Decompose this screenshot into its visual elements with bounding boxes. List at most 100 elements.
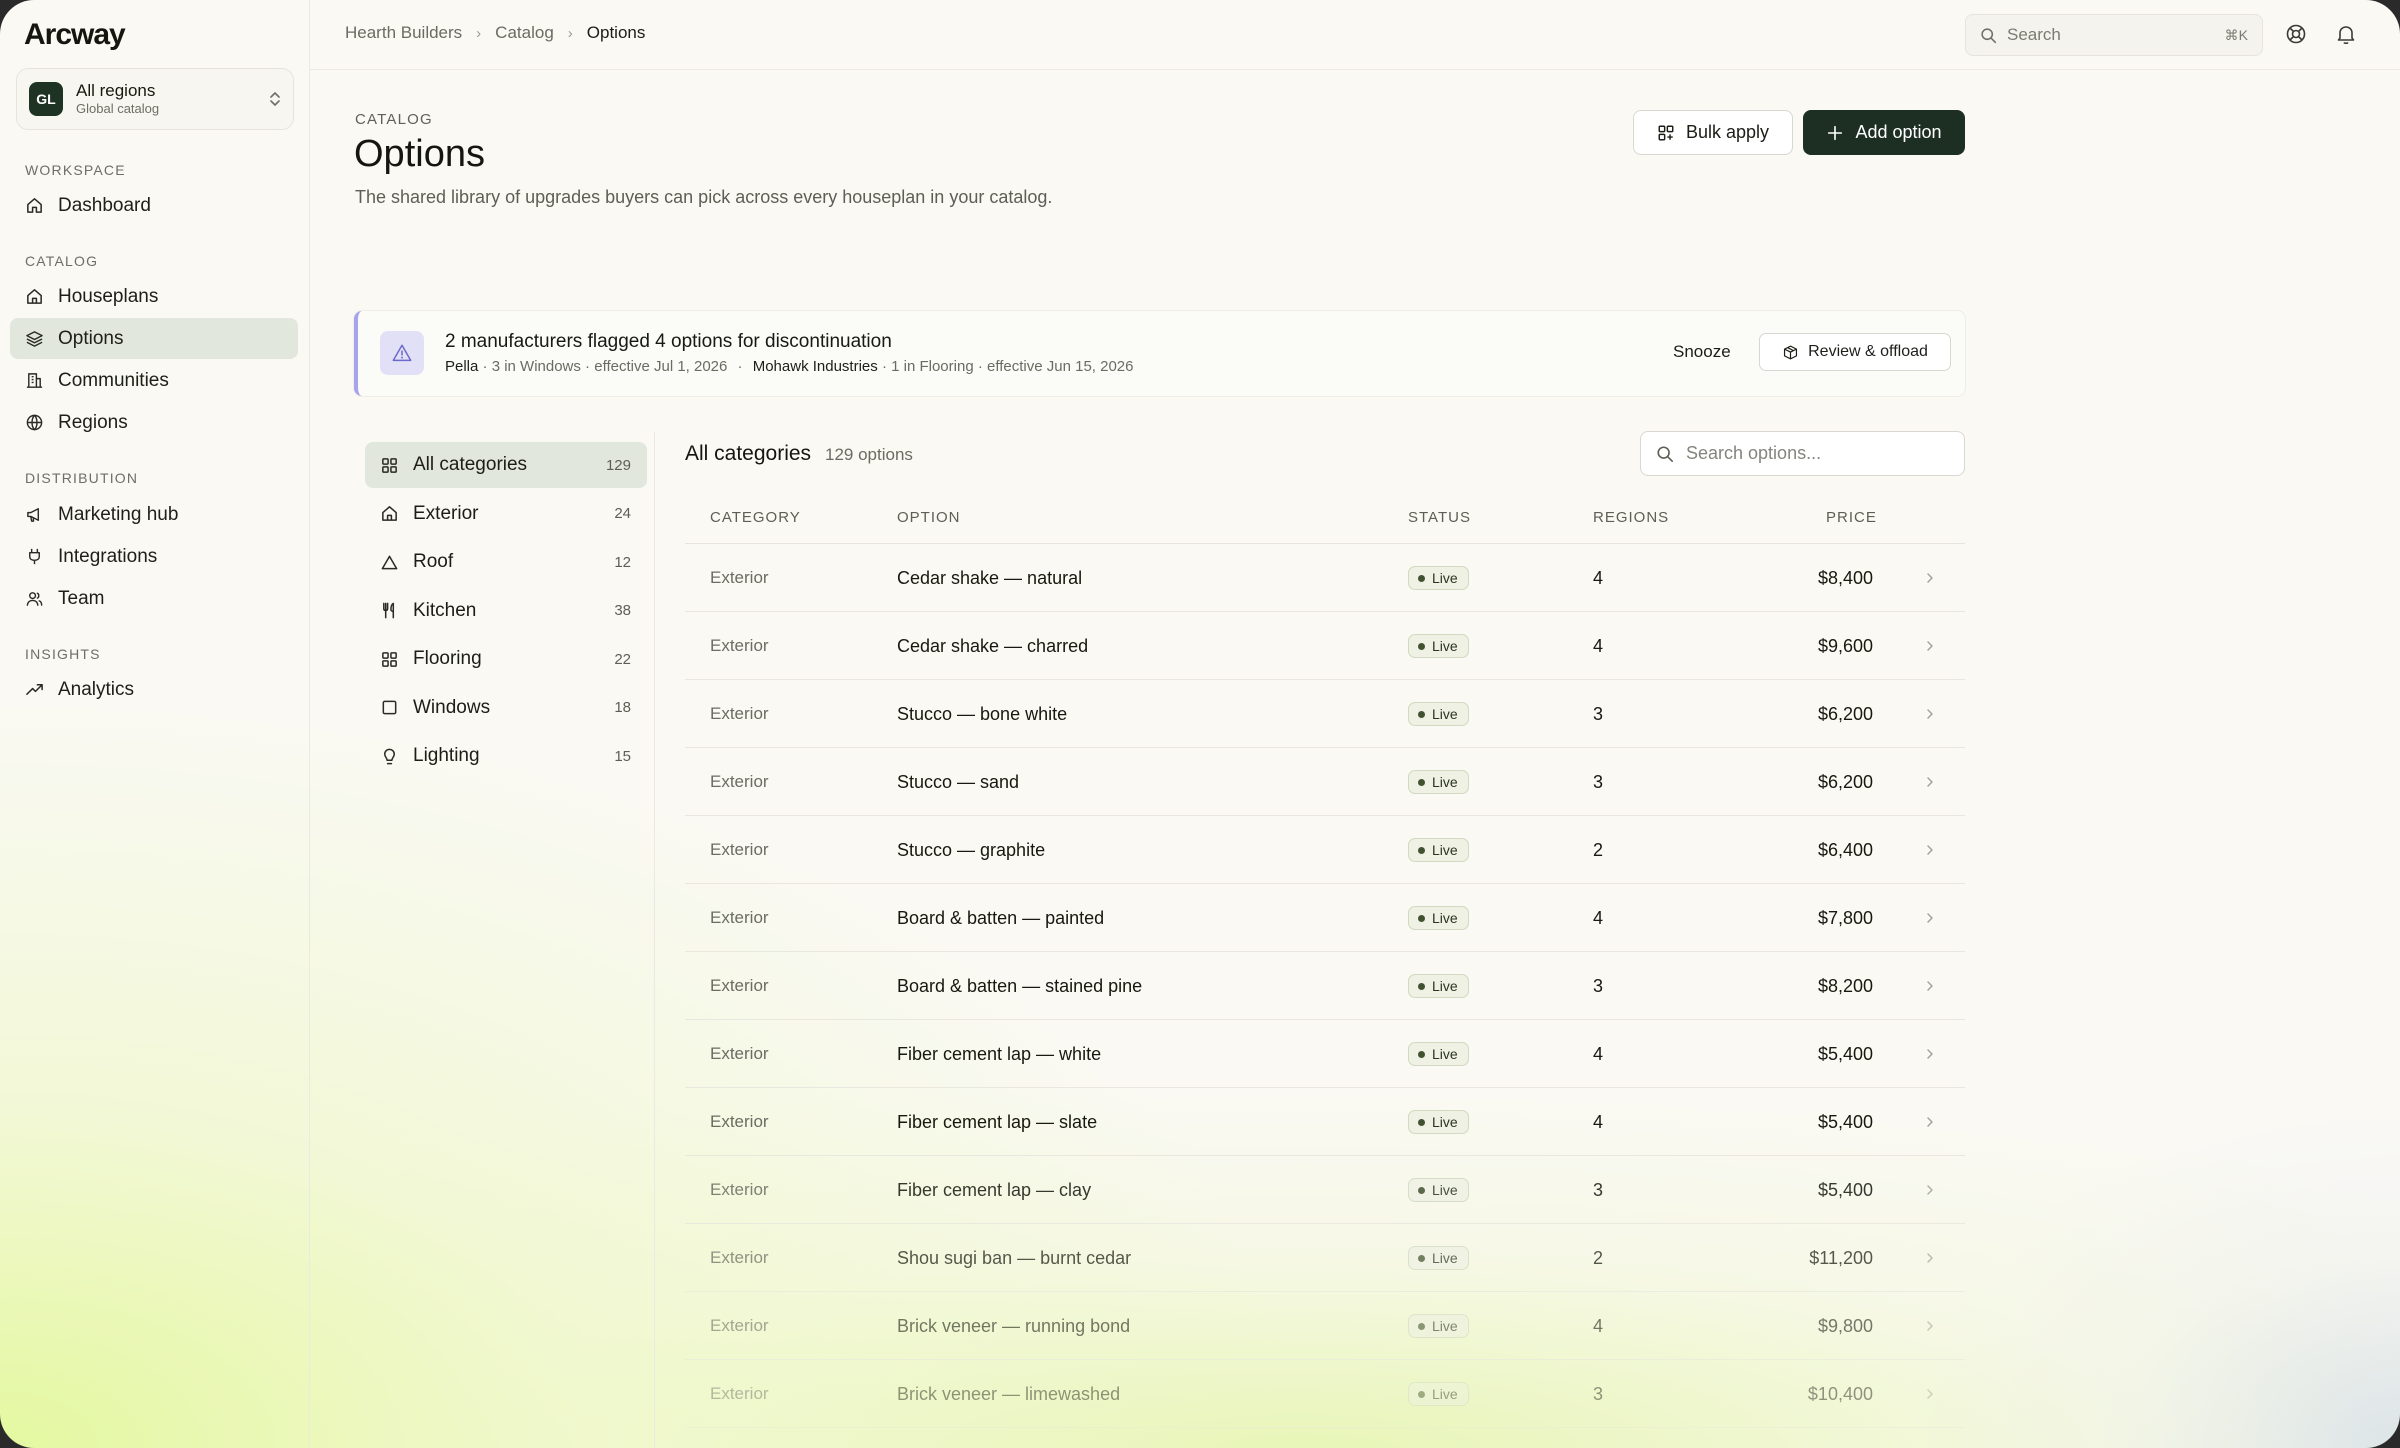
- region-subtitle: Global catalog: [76, 101, 160, 116]
- cell-category: Exterior: [710, 1180, 769, 1199]
- cell-status: Live: [1408, 612, 1469, 680]
- table-row[interactable]: Exterior Brick veneer — running bond Live 4…: [685, 1292, 1965, 1360]
- column-header-option[interactable]: Option: [897, 509, 961, 526]
- nav-section-distribution: Distribution: [25, 470, 139, 486]
- chevron-right-icon[interactable]: [1923, 816, 1937, 884]
- cell-option: Stucco — bone white: [897, 703, 1068, 724]
- column-header-regions[interactable]: Regions: [1593, 509, 1669, 526]
- chevron-right-icon[interactable]: [1923, 884, 1937, 952]
- options-search-input[interactable]: Search options...: [1640, 431, 1965, 476]
- sidebar-item-regions[interactable]: Regions: [10, 402, 298, 443]
- status-dot: [1418, 1050, 1425, 1058]
- table-row[interactable]: Exterior Fiber cement lap — clay Live 3 $5,4…: [685, 1156, 1965, 1224]
- category-item-kitchen[interactable]: Kitchen 38: [365, 588, 647, 634]
- chevron-right-icon[interactable]: [1923, 680, 1937, 748]
- status-badge: Live: [1408, 1246, 1469, 1270]
- column-header-status[interactable]: Status: [1408, 509, 1471, 526]
- add-option-button[interactable]: Add option: [1803, 110, 1965, 155]
- users-icon: [26, 592, 43, 606]
- cell-regions: 3: [1593, 703, 1604, 724]
- cell-price: $6,400: [1817, 839, 1873, 860]
- breadcrumb-item[interactable]: Catalog: [495, 23, 554, 43]
- table-row[interactable]: Exterior Shou sugi ban — burnt cedar Live 2…: [685, 1224, 1965, 1292]
- cell-price: $6,200: [1817, 703, 1873, 724]
- table-row[interactable]: Exterior Fiber cement lap — slate Live 4 $5,…: [685, 1088, 1965, 1156]
- cell-regions: 4: [1593, 635, 1604, 656]
- chevron-right-icon[interactable]: [1923, 1292, 1937, 1360]
- status-badge: Live: [1408, 566, 1469, 590]
- review-offload-button[interactable]: Review & offload: [1759, 333, 1951, 371]
- sidebar-item-marketing-hub[interactable]: Marketing hub: [10, 494, 298, 535]
- column-header-category[interactable]: Category: [710, 509, 801, 526]
- sidebar-item-communities[interactable]: Communities: [10, 360, 298, 401]
- help-icon[interactable]: [2284, 22, 2308, 46]
- chevron-right-icon[interactable]: [1923, 1020, 1937, 1088]
- snooze-button[interactable]: Snooze: [1673, 342, 1731, 362]
- cell-category: Exterior: [710, 772, 769, 791]
- sidebar-item-houseplans[interactable]: Houseplans: [10, 276, 298, 317]
- table-row[interactable]: Exterior Stucco — bone white Live 3 $6,200: [685, 680, 1965, 748]
- globe-icon: [26, 414, 43, 431]
- search-shortcut: ⌘K: [2224, 26, 2248, 43]
- category-item-exterior[interactable]: Exterior 24: [365, 491, 647, 537]
- breadcrumb-item[interactable]: Hearth Builders: [345, 23, 462, 43]
- column-header-price[interactable]: Price: [1826, 509, 1877, 526]
- cell-option: Brick veneer — running bond: [897, 1315, 1131, 1336]
- cell-regions: 2: [1593, 839, 1604, 860]
- cell-category: Exterior: [710, 704, 769, 723]
- cell-price: $5,400: [1817, 1111, 1873, 1132]
- table-row[interactable]: Exterior Cedar shake — charred Live 4 $9,600: [685, 612, 1965, 680]
- category-item-flooring[interactable]: Flooring 22: [365, 636, 647, 682]
- chevron-right-icon[interactable]: [1923, 748, 1937, 816]
- chevron-right-icon[interactable]: [1923, 544, 1937, 612]
- bell-icon[interactable]: [2334, 22, 2358, 46]
- status-badge: Live: [1408, 770, 1469, 794]
- bulk-apply-button[interactable]: Bulk apply: [1633, 110, 1793, 155]
- chevron-right-icon[interactable]: [1923, 612, 1937, 680]
- status-label: Live: [1432, 1114, 1458, 1130]
- sidebar-item-options[interactable]: Options: [10, 318, 298, 359]
- chevron-right-icon[interactable]: [1923, 1088, 1937, 1156]
- sidebar-item-integrations[interactable]: Integrations: [10, 536, 298, 577]
- layers-icon: [26, 331, 43, 347]
- table-row[interactable]: Exterior Stucco — sand Live 3 $6,200: [685, 748, 1965, 816]
- category-label: Flooring: [413, 648, 482, 669]
- cell-price: $10,400: [1807, 1383, 1873, 1404]
- sidebar-item-analytics[interactable]: Analytics: [10, 669, 298, 710]
- table-title: All categories: [685, 442, 812, 465]
- status-label: Live: [1432, 1386, 1458, 1402]
- cell-status: Live: [1408, 952, 1469, 1020]
- alert-title: 2 manufacturers flagged 4 options for di…: [445, 331, 892, 352]
- table-row[interactable]: Exterior Stucco — graphite Live 2 $6,400: [685, 816, 1965, 884]
- chevron-right-icon[interactable]: [1923, 952, 1937, 1020]
- category-label: All categories: [413, 454, 528, 475]
- table-row[interactable]: Exterior Cedar shake — natural Live 4 $8,400: [685, 544, 1965, 612]
- building-icon: [26, 373, 43, 388]
- sidebar-item-team[interactable]: Team: [10, 578, 298, 619]
- category-count: 129: [605, 456, 631, 474]
- category-item-all-categories[interactable]: All categories 129: [365, 442, 647, 488]
- table-row[interactable]: Exterior Board & batten — stained pine Liv…: [685, 952, 1965, 1020]
- cell-regions: 3: [1593, 1179, 1604, 1200]
- chevron-right-icon[interactable]: [1923, 1360, 1937, 1428]
- table-row[interactable]: Exterior Fiber cement lap — white Live 4 $5,…: [685, 1020, 1965, 1088]
- table-count: 129 options: [825, 445, 913, 464]
- plug-icon: [29, 548, 40, 565]
- chevron-right-icon[interactable]: [1923, 1156, 1937, 1224]
- manufacturer-detail: · 3 in Windows · effective Jul 1, 2026: [478, 358, 728, 375]
- chevron-right-icon[interactable]: [1923, 1224, 1937, 1292]
- region-switcher[interactable]: GL All regions Global catalog: [16, 68, 294, 130]
- category-item-roof[interactable]: Roof 12: [365, 539, 647, 585]
- table-row[interactable]: Exterior Board & batten — painted Live 4 $7,…: [685, 884, 1965, 952]
- global-search-input[interactable]: Search ⌘K: [1965, 14, 2263, 56]
- category-item-lighting[interactable]: Lighting 15: [365, 733, 647, 779]
- table-row[interactable]: Exterior Brick veneer — limewashed Live 3 $1…: [685, 1360, 1965, 1428]
- status-badge: Live: [1408, 1314, 1469, 1338]
- sidebar-item-dashboard[interactable]: Dashboard: [10, 185, 298, 226]
- category-item-windows[interactable]: Windows 18: [365, 685, 647, 731]
- cell-price: $9,600: [1817, 635, 1873, 656]
- cell-option: Fiber cement lap — slate: [897, 1111, 1098, 1132]
- cell-price: $9,800: [1817, 1315, 1873, 1336]
- manufacturer-detail: · 1 in Flooring · effective Jun 15, 2026: [877, 358, 1134, 375]
- category-count: 18: [614, 699, 631, 716]
